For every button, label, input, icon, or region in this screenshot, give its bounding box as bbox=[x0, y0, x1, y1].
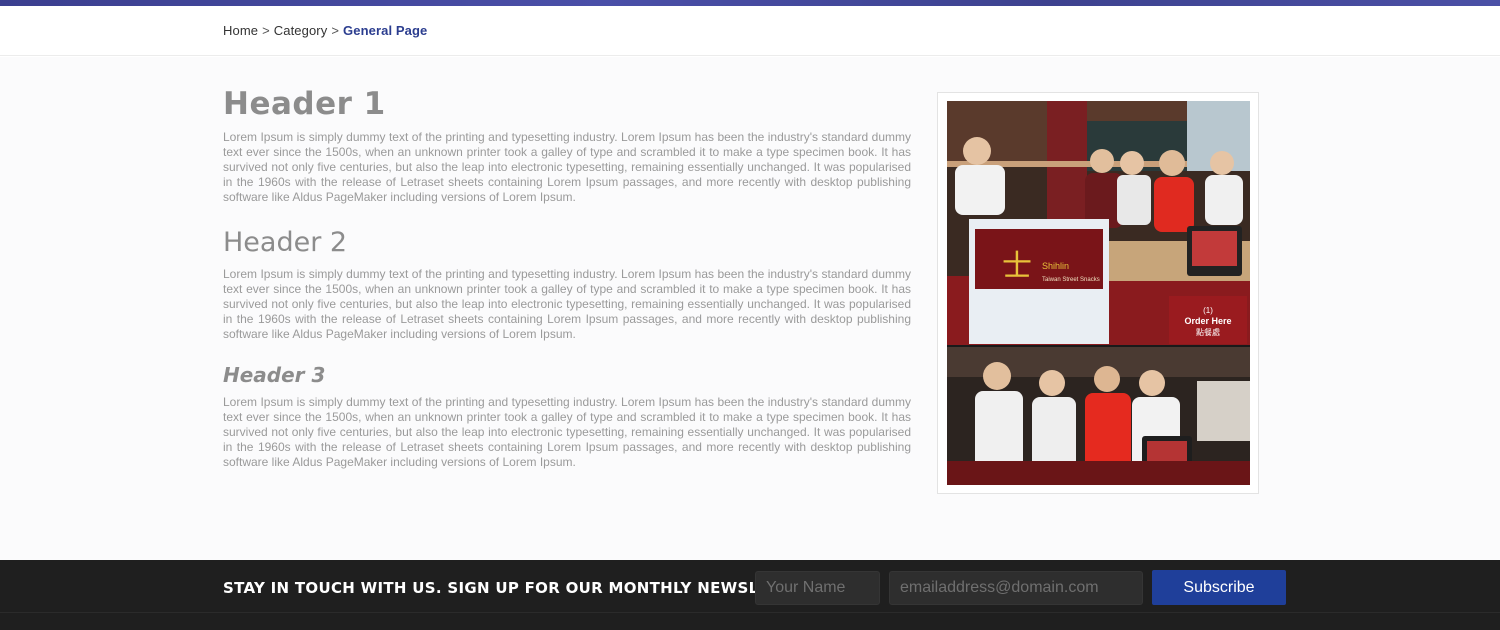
breadcrumb-category-link[interactable]: Category bbox=[274, 23, 328, 38]
paragraph-1: Lorem Ipsum is simply dummy text of the … bbox=[223, 130, 911, 204]
paragraph-2: Lorem Ipsum is simply dummy text of the … bbox=[223, 267, 911, 341]
newsletter-label: STAY IN TOUCH WITH US. SIGN UP FOR OUR M… bbox=[223, 579, 820, 597]
svg-text:Order Here: Order Here bbox=[1184, 316, 1231, 326]
paragraph-3: Lorem Ipsum is simply dummy text of the … bbox=[223, 395, 911, 469]
breadcrumb-separator: > bbox=[331, 23, 340, 38]
header-1: Header 1 bbox=[223, 86, 386, 122]
photo-frame: 士 Shihlin Taiwan Street Snacks (1) Order… bbox=[937, 92, 1259, 494]
footer-divider bbox=[0, 612, 1500, 613]
sign-subtext: Taiwan Street Snacks bbox=[1042, 277, 1100, 283]
header-2: Header 2 bbox=[223, 227, 348, 258]
sign-chinese-glyph: 士 bbox=[1002, 249, 1032, 284]
subscribe-button[interactable]: Subscribe bbox=[1152, 570, 1286, 605]
breadcrumb-home-link[interactable]: Home bbox=[223, 23, 258, 38]
breadcrumb-bar: Home > Category > General Page bbox=[0, 6, 1500, 56]
breadcrumb-separator: > bbox=[262, 23, 270, 38]
breadcrumb-current-page: General Page bbox=[343, 23, 428, 38]
email-input[interactable] bbox=[889, 571, 1143, 605]
svg-text:點餐處: 點餐處 bbox=[1196, 327, 1220, 337]
name-input[interactable] bbox=[755, 571, 880, 605]
restaurant-staff-photo: 士 Shihlin Taiwan Street Snacks (1) Order… bbox=[947, 101, 1250, 485]
sign-shihlin-text: Shihlin bbox=[1042, 261, 1069, 271]
svg-text:(1): (1) bbox=[1203, 306, 1213, 315]
breadcrumb: Home > Category > General Page bbox=[223, 23, 427, 38]
article-content: Header 1 Lorem Ipsum is simply dummy tex… bbox=[223, 84, 911, 470]
newsletter-footer: STAY IN TOUCH WITH US. SIGN UP FOR OUR M… bbox=[0, 560, 1500, 630]
header-3: Header 3 bbox=[223, 363, 326, 387]
